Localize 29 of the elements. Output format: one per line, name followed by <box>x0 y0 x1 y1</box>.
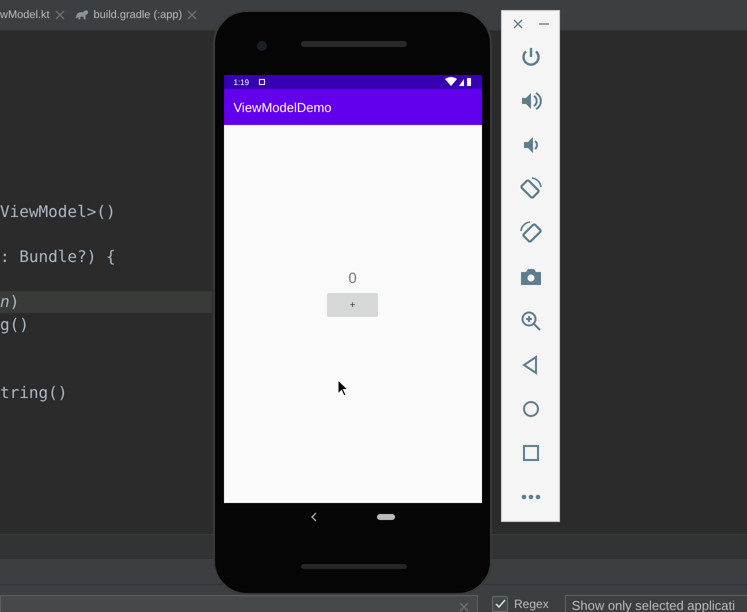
increment-button[interactable]: + <box>327 293 378 317</box>
code-line: tring() <box>0 382 68 402</box>
close-icon[interactable] <box>512 19 522 29</box>
elephant-icon <box>74 8 90 22</box>
zoom-icon[interactable] <box>518 309 542 333</box>
home-pill-icon[interactable] <box>376 514 394 520</box>
code-line: n) <box>0 292 20 312</box>
code-line: g() <box>0 314 29 334</box>
code-line: : Bundle?) { <box>0 247 116 266</box>
status-time: 1:19 <box>234 78 250 86</box>
rotate-right-icon[interactable] <box>518 221 542 245</box>
rotate-left-icon[interactable] <box>518 177 542 201</box>
checkmark-icon <box>494 598 506 610</box>
notification-icon <box>259 79 266 85</box>
close-icon[interactable] <box>54 9 66 21</box>
search-field[interactable] <box>0 595 478 612</box>
front-camera <box>257 41 267 51</box>
regex-label: Regex <box>514 597 549 611</box>
close-icon[interactable] <box>186 9 198 21</box>
back-icon[interactable] <box>310 512 316 522</box>
counter-text: 0 <box>348 270 357 287</box>
app-title: ViewModelDemo <box>234 100 332 114</box>
mouse-pointer-icon <box>337 379 349 397</box>
editor-tab[interactable]: build.gradle (:app) <box>70 0 202 30</box>
regex-checkbox[interactable] <box>492 596 508 612</box>
code-line: ViewModel>() <box>0 202 116 221</box>
filter-dropdown[interactable]: Show only selected applicati <box>564 595 747 612</box>
status-icons <box>444 77 472 87</box>
editor-tab[interactable]: wModel.kt <box>0 0 70 30</box>
